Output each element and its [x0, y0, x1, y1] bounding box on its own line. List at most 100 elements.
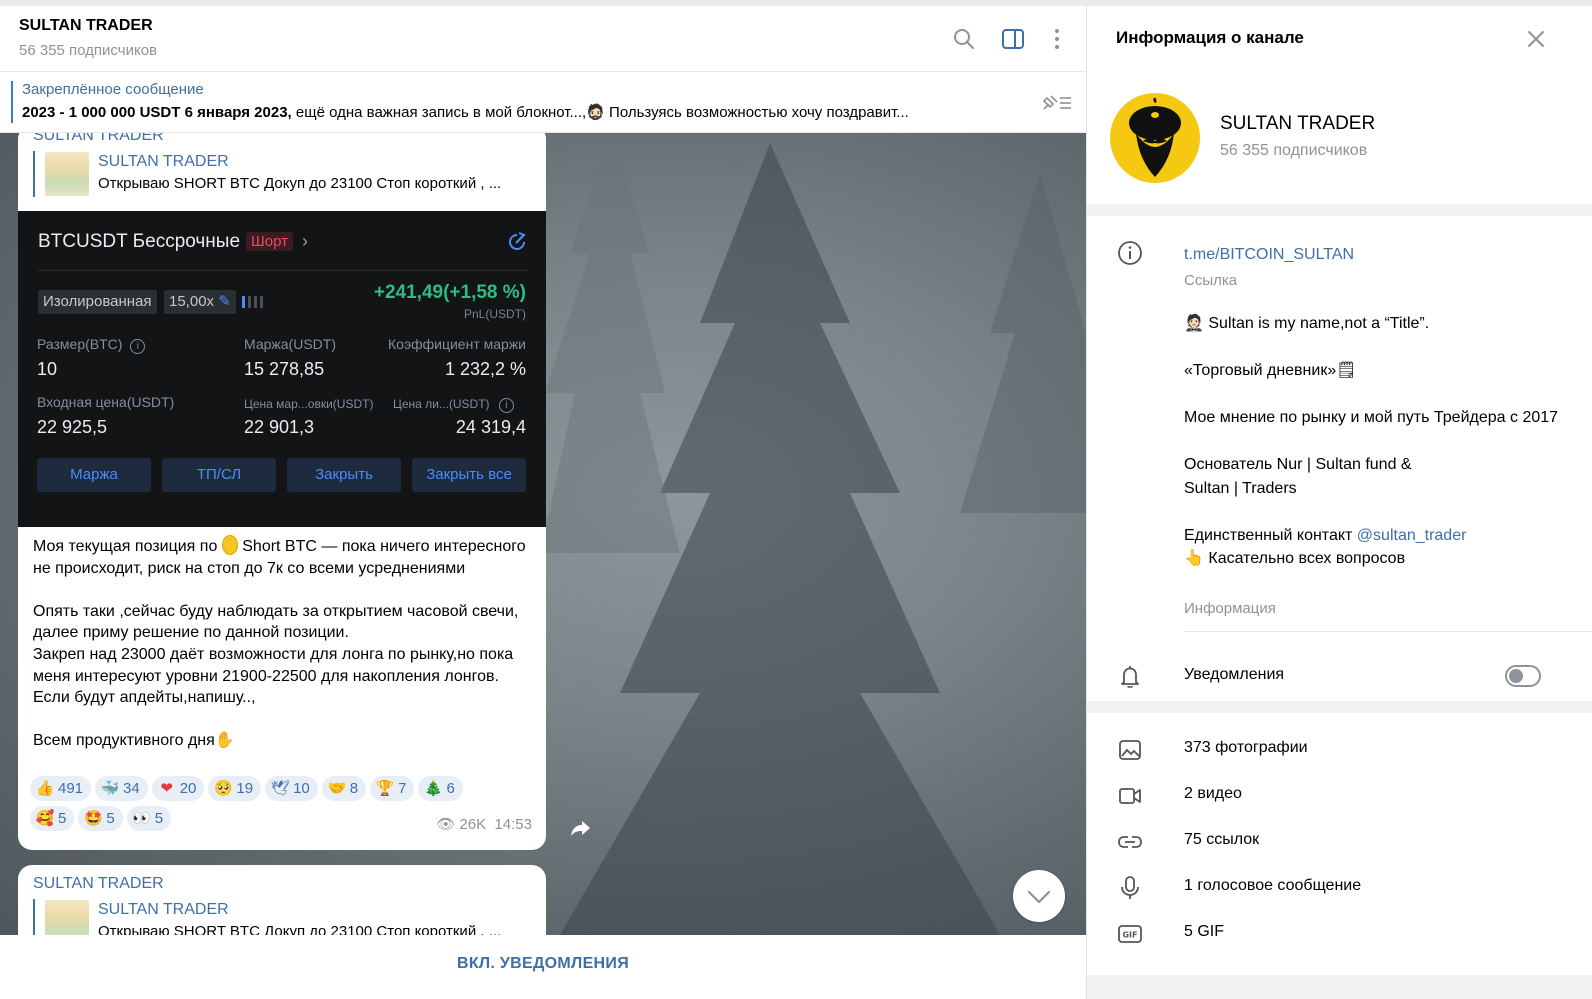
- close-icon[interactable]: [1525, 28, 1547, 50]
- video-icon: [1119, 788, 1141, 804]
- pinned-text: 2023 - 1 000 000 USDT 6 января 2023, ещё…: [22, 103, 1032, 121]
- contact-link[interactable]: @sultan_trader: [1357, 527, 1467, 544]
- media-gif-count: 5 GIF: [1184, 923, 1225, 940]
- reaction-heart[interactable]: ❤ 20: [151, 776, 205, 801]
- media-links-row[interactable]: 75 ссылок: [1087, 819, 1592, 865]
- description-block: Основатель Nur | Sultan fund & Sultan | T…: [1184, 456, 1412, 497]
- post-meta: 👁 26K 14:53: [436, 815, 532, 833]
- panel-media-section: 373 фотографии 2 видео 75 ссылок 1 голос…: [1087, 713, 1592, 975]
- search-icon[interactable]: [951, 26, 977, 52]
- reaction-pleading[interactable]: 🥺 19: [208, 776, 262, 801]
- pinned-text-rest: ещё одна важная запись в мой блокнот...,…: [291, 104, 909, 121]
- section-separator: [1184, 631, 1592, 632]
- entry-price-label: Входная цена(USDT): [37, 394, 175, 410]
- share-arrow-icon: [509, 232, 526, 250]
- more-menu-icon[interactable]: [1044, 26, 1070, 52]
- coin-emoji-icon: [221, 535, 238, 555]
- forwarded-reply[interactable]: SULTAN TRADER Открываю SHORT BTC Докуп д…: [33, 899, 533, 935]
- reactions-row-1: 👍 491 🐳 34 ❤ 20 🥺 19 🕊 10 🤝 8 🏆 7 🎄 6: [30, 776, 540, 801]
- chat-background: SULTAN TRADER SULTAN TRADER Открываю SHO…: [0, 133, 1086, 935]
- forward-thumbnail: [45, 152, 89, 196]
- channel-post: SULTAN TRADER SULTAN TRADER Открываю SHO…: [18, 865, 546, 935]
- gif-icon: GIF: [1118, 925, 1142, 943]
- chat-title[interactable]: SULTAN TRADER: [19, 17, 153, 35]
- panel-header-section: Информация о канале SULTAN TRADER 56 355…: [1087, 6, 1592, 204]
- channel-avatar[interactable]: [1110, 93, 1200, 183]
- media-voice-row[interactable]: 1 голосовое сообщение: [1087, 865, 1592, 911]
- margin-ratio-value: 1 232,2 %: [444, 359, 526, 379]
- margin-value: 15 278,85: [244, 359, 325, 379]
- forwarded-reply[interactable]: SULTAN TRADER Открываю SHORT BTC Докуп д…: [33, 151, 533, 197]
- forward-share-icon[interactable]: [566, 813, 596, 843]
- notifications-toggle[interactable]: [1505, 665, 1541, 687]
- photo-icon: [1119, 740, 1141, 760]
- post-paragraph: Моя текущая позиция по Short BTC — пока …: [33, 535, 538, 579]
- description-line: 🤵🏻 Sultan is my name,not a “Title”.: [1184, 315, 1430, 332]
- reaction-star-struck[interactable]: 🤩 5: [78, 806, 123, 831]
- pinned-text-bold: 2023 - 1 000 000 USDT 6 января 2023,: [22, 104, 292, 121]
- channel-info-panel: Информация о канале SULTAN TRADER 56 355…: [1087, 6, 1592, 999]
- channel-post: SULTAN TRADER SULTAN TRADER Открываю SHO…: [18, 133, 546, 850]
- reaction-trophy[interactable]: 🏆 7: [370, 776, 415, 801]
- media-videos-row[interactable]: 2 видео: [1087, 773, 1592, 819]
- leverage-pill: 15,00x ✎: [164, 290, 236, 314]
- reaction-handshake[interactable]: 🤝 8: [321, 776, 367, 801]
- pinned-indicator-bar: [11, 81, 13, 123]
- link-icon: [1118, 836, 1142, 848]
- post-views: 26K: [459, 816, 487, 833]
- trade-pair: BTCUSDT Бессрочные: [38, 231, 241, 252]
- leverage-value: 15,00x: [169, 293, 215, 310]
- chat-subscribers: 56 355 подписчиков: [19, 42, 158, 59]
- reaction-smiling-hearts[interactable]: 🥰 5: [30, 806, 75, 831]
- close-position-button[interactable]: Закрыть: [287, 458, 401, 492]
- microphone-icon: [1121, 876, 1139, 899]
- forward-thumbnail: [45, 900, 89, 935]
- pinned-label: Закреплённое сообщение: [22, 81, 204, 98]
- reaction-whale[interactable]: 🐳 34: [95, 776, 148, 801]
- media-gif-row[interactable]: GIF 5 GIF: [1087, 911, 1592, 957]
- mark-price-label: Цена мар...овки(USDT): [244, 397, 374, 411]
- post-author[interactable]: SULTAN TRADER: [33, 875, 164, 893]
- channel-link[interactable]: t.me/BITCOIN_SULTAN: [1184, 246, 1354, 264]
- post-time: 14:53: [494, 816, 532, 833]
- svg-text:GIF: GIF: [1122, 931, 1137, 940]
- notifications-label: Уведомления: [1184, 666, 1285, 683]
- channel-description: 🤵🏻 Sultan is my name,not a “Title”. «Тор…: [1184, 312, 1564, 571]
- info-icon: [1118, 241, 1142, 265]
- channel-subscribers: 56 355 подписчиков: [1220, 142, 1368, 159]
- margin-button[interactable]: Маржа: [37, 458, 151, 492]
- trade-screenshot[interactable]: BTCUSDT Бессрочные Шорт › Изолированная …: [18, 211, 546, 527]
- forward-snippet: Открываю SHORT BTC Докуп до 23100 Стоп к…: [98, 923, 502, 935]
- liq-price-value: 24 319,4: [455, 417, 526, 437]
- bell-icon: [1121, 666, 1139, 688]
- enable-notifications-button[interactable]: ВКЛ. УВЕДОМЛЕНИЯ: [0, 935, 1086, 993]
- info-circle-icon: i: [130, 339, 146, 354]
- entry-price-value: 22 925,5: [37, 417, 108, 437]
- pinned-list-icon[interactable]: [1038, 91, 1074, 115]
- description-label: Информация: [1184, 600, 1276, 617]
- channel-link-label: Ссылка: [1184, 272, 1238, 289]
- chat-footer: ВКЛ. УВЕДОМЛЕНИЯ: [0, 935, 1086, 999]
- description-line: «Торговый дневник»🗒: [1184, 362, 1357, 379]
- margin-label: Маржа(USDT): [244, 336, 336, 352]
- post-paragraph: Закреп над 23000 даёт возможности для ло…: [33, 645, 514, 685]
- pinned-message[interactable]: Закреплённое сообщение 2023 - 1 000 000 …: [0, 73, 1086, 133]
- chat-area: SULTAN TRADER 56 355 подписчиков Закрепл…: [0, 6, 1086, 999]
- post-author[interactable]: SULTAN TRADER: [33, 133, 164, 145]
- tp-sl-button[interactable]: ТП/СЛ: [162, 458, 276, 492]
- size-value: 10: [37, 359, 58, 379]
- reaction-tree[interactable]: 🎄 6: [418, 776, 463, 801]
- views-eye-icon: 👁: [436, 816, 456, 833]
- post-paragraph: Опять таки ,сейчас буду наблюдать за отк…: [33, 602, 519, 642]
- reaction-eyes[interactable]: 👀 5: [126, 806, 172, 831]
- pnl-label: PnL(USDT): [463, 307, 526, 321]
- reaction-dove[interactable]: 🕊 10: [265, 776, 318, 801]
- pnl-value: +241,49(+1,58 %): [373, 282, 526, 303]
- reaction-thumbs-up[interactable]: 👍 491: [30, 776, 92, 801]
- chevron-right-icon: ›: [302, 231, 308, 251]
- scroll-to-bottom-button[interactable]: [1013, 870, 1065, 922]
- sidebar-toggle-icon[interactable]: [1000, 26, 1026, 52]
- close-all-button[interactable]: Закрыть все: [412, 458, 526, 492]
- description-line: Мое мнение по рынку и мой путь Трейдера …: [1184, 409, 1559, 426]
- media-photos-row[interactable]: 373 фотографии: [1087, 727, 1592, 773]
